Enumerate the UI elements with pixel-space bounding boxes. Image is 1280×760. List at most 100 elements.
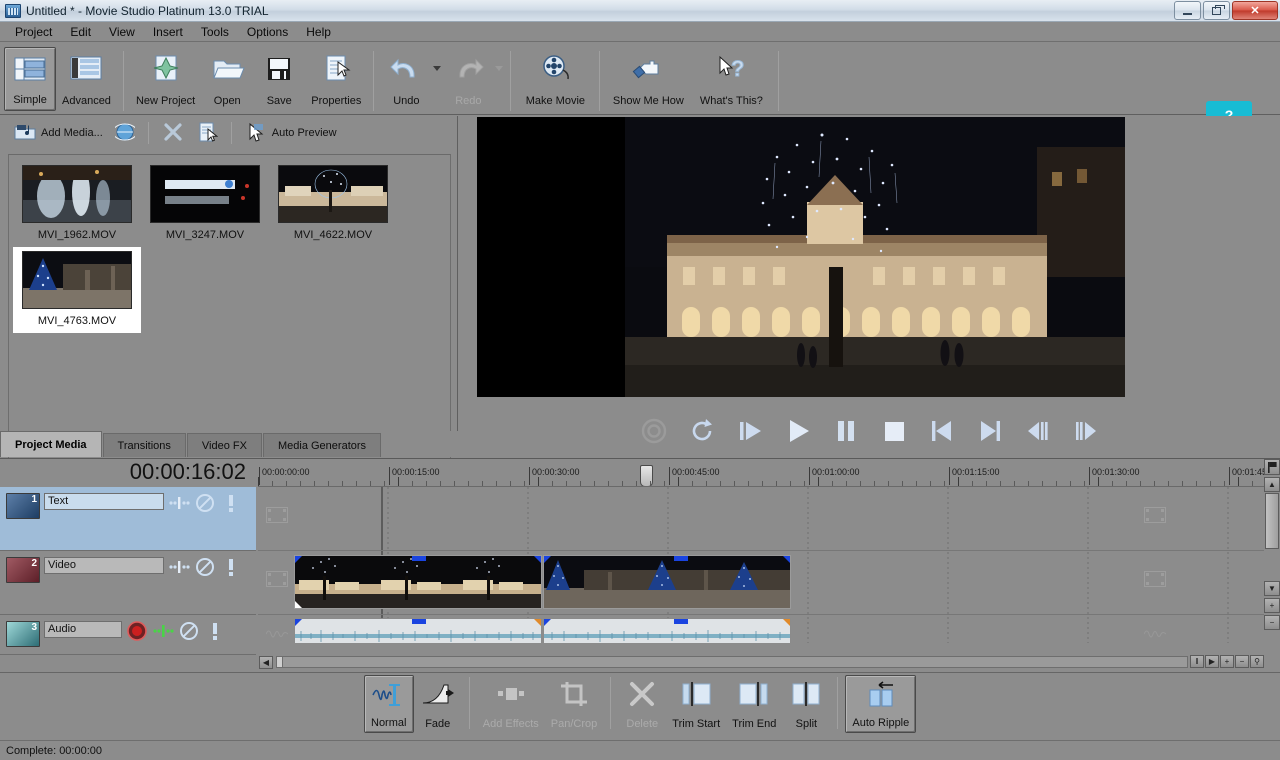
undo-dropdown-arrow-icon[interactable] — [432, 47, 442, 107]
timeline-lane-1[interactable] — [258, 487, 1264, 551]
menu-edit[interactable]: Edit — [61, 23, 100, 41]
transport-play-from-start-button[interactable] — [733, 414, 767, 448]
clip-envelope-marker[interactable] — [674, 556, 688, 561]
track-name-input[interactable]: Audio — [44, 621, 122, 638]
transport-go-to-end-button[interactable] — [973, 414, 1007, 448]
toolbar-properties-button[interactable]: Properties — [305, 47, 367, 111]
timeline-clip-2[interactable] — [543, 555, 791, 609]
mute-circle-icon[interactable] — [178, 621, 200, 641]
minimize-button[interactable] — [1174, 1, 1201, 20]
timeline-ruler[interactable]: 00:00:00:00 00:00:15:00 00:00:30:00 00:0… — [258, 459, 1264, 487]
transport-previous-frame-button[interactable] — [1021, 414, 1055, 448]
toolbar-whats-this-button[interactable]: ? What's This? — [690, 47, 772, 111]
timeline-audio-clip-2[interactable] — [543, 618, 791, 643]
transport-next-frame-button[interactable] — [1069, 414, 1103, 448]
clip-fade-out-handle[interactable] — [534, 619, 541, 626]
track-name-input[interactable]: Video — [44, 557, 164, 574]
menu-help[interactable]: Help — [297, 23, 340, 41]
toolbar-simple-button[interactable]: Simple — [4, 47, 56, 111]
record-arm-button[interactable] — [126, 621, 148, 641]
timecode-display[interactable]: 00:00:16:02 — [0, 459, 256, 485]
clip-envelope-marker[interactable] — [674, 619, 688, 624]
scroll-down-button[interactable]: ▼ — [1264, 581, 1280, 596]
toolbar-undo-button[interactable]: Undo — [380, 47, 432, 111]
video-preview-screen[interactable] — [477, 117, 1125, 397]
edit-trim-start-button[interactable]: Trim Start — [666, 675, 726, 733]
scroll-up-button[interactable]: ▲ — [1264, 477, 1280, 492]
track-header-2[interactable]: 2 Video — [0, 551, 256, 615]
track-name-input[interactable]: Text — [44, 493, 164, 510]
clip-fade-in-handle[interactable] — [295, 556, 302, 563]
tab-transitions[interactable]: Transitions — [102, 433, 186, 457]
transport-stop-button[interactable] — [877, 414, 911, 448]
timeline-zoom-tool-button[interactable]: ⚲ — [1250, 655, 1264, 668]
auto-preview-button[interactable]: Auto Preview — [241, 120, 341, 146]
timeline-cursor-head[interactable] — [640, 465, 653, 486]
mute-circle-icon[interactable] — [194, 493, 216, 513]
clip-envelope-marker[interactable] — [412, 619, 426, 624]
vscroll-thumb[interactable] — [1265, 493, 1279, 549]
timeline-audio-clip-1[interactable] — [294, 618, 542, 643]
clip-offset-handle[interactable] — [295, 601, 302, 608]
scroll-left-button[interactable]: ◀ — [259, 656, 273, 669]
toolbar-show-me-how-button[interactable]: Show Me How — [606, 47, 690, 111]
timeline-lane-3[interactable] — [258, 615, 1264, 643]
transport-pause-button[interactable] — [829, 414, 863, 448]
timeline-zoom-in-button[interactable]: + — [1220, 655, 1234, 668]
transport-loop-button[interactable] — [685, 414, 719, 448]
clip-envelope-marker[interactable] — [412, 556, 426, 561]
edit-trim-end-button[interactable]: Trim End — [726, 675, 782, 733]
edit-split-button[interactable]: Split — [782, 675, 830, 733]
tab-video-fx[interactable]: Video FX — [186, 433, 262, 457]
hscroll-track[interactable] — [276, 656, 1188, 668]
timeline-horizontal-scrollbar[interactable]: ◀ — [258, 655, 1188, 669]
toolbar-make-movie-button[interactable]: Make Movie — [517, 47, 593, 111]
media-item-2[interactable]: MVI_4622.MOV — [269, 161, 397, 247]
edit-fade-button[interactable]: Fade — [414, 675, 462, 733]
toolbar-new-project-button[interactable]: New Project — [130, 47, 201, 111]
clip-fade-in-handle[interactable] — [544, 556, 551, 563]
timeline-pause-button[interactable]: ‖ — [1190, 655, 1204, 668]
tab-project-media[interactable]: Project Media — [0, 431, 102, 457]
clip-fade-in-handle[interactable] — [295, 619, 302, 626]
clip-fade-out-handle[interactable] — [783, 556, 790, 563]
pan-slider-icon[interactable] — [168, 493, 190, 513]
solo-exclaim-icon[interactable] — [204, 621, 226, 641]
mute-circle-icon[interactable] — [194, 557, 216, 577]
menu-options[interactable]: Options — [238, 23, 297, 41]
timeline-lane-2[interactable] — [258, 551, 1264, 615]
track-height-decrease-button[interactable]: − — [1264, 615, 1280, 630]
timeline-vertical-scrollbar[interactable]: ▲ ▼ + − — [1264, 459, 1280, 655]
pan-slider-icon[interactable] — [168, 557, 190, 577]
edit-auto-ripple-button[interactable]: Auto Ripple — [845, 675, 917, 733]
toolbar-save-button[interactable]: Save — [253, 47, 305, 111]
tab-media-generators[interactable]: Media Generators — [262, 433, 382, 457]
track-header-3[interactable]: 3 Audio — [0, 615, 256, 655]
timeline-track-area[interactable] — [258, 487, 1264, 643]
solo-exclaim-icon[interactable] — [220, 557, 242, 577]
clip-fade-out-handle[interactable] — [783, 619, 790, 626]
transport-play-button[interactable] — [781, 414, 815, 448]
hscroll-grip[interactable] — [277, 657, 283, 667]
media-item-3[interactable]: MVI_4763.MOV — [13, 247, 141, 333]
solo-exclaim-icon[interactable] — [220, 493, 242, 513]
timeline-clip-1[interactable] — [294, 555, 542, 609]
menu-project[interactable]: Project — [6, 23, 61, 41]
restore-button[interactable] — [1203, 1, 1230, 20]
media-properties-button[interactable] — [192, 120, 222, 146]
media-item-0[interactable]: MVI_1962.MOV — [13, 161, 141, 247]
menu-tools[interactable]: Tools — [192, 23, 238, 41]
pan-slider-icon[interactable] — [152, 621, 174, 641]
menu-insert[interactable]: Insert — [144, 23, 192, 41]
clip-fade-in-handle[interactable] — [544, 619, 551, 626]
add-media-button[interactable]: Add Media... — [10, 120, 107, 146]
toolbar-advanced-button[interactable]: Advanced — [56, 47, 117, 111]
clip-fade-out-handle[interactable] — [534, 556, 541, 563]
media-item-1[interactable]: MVI_3247.MOV — [141, 161, 269, 247]
marker-flag-icon[interactable] — [1264, 459, 1280, 475]
close-button[interactable]: ✕ — [1232, 1, 1278, 20]
edit-normal-button[interactable]: Normal — [363, 675, 414, 733]
track-header-1[interactable]: 1 Text — [0, 487, 256, 551]
import-from-web-button[interactable] — [111, 120, 139, 146]
toolbar-open-button[interactable]: Open — [201, 47, 253, 111]
